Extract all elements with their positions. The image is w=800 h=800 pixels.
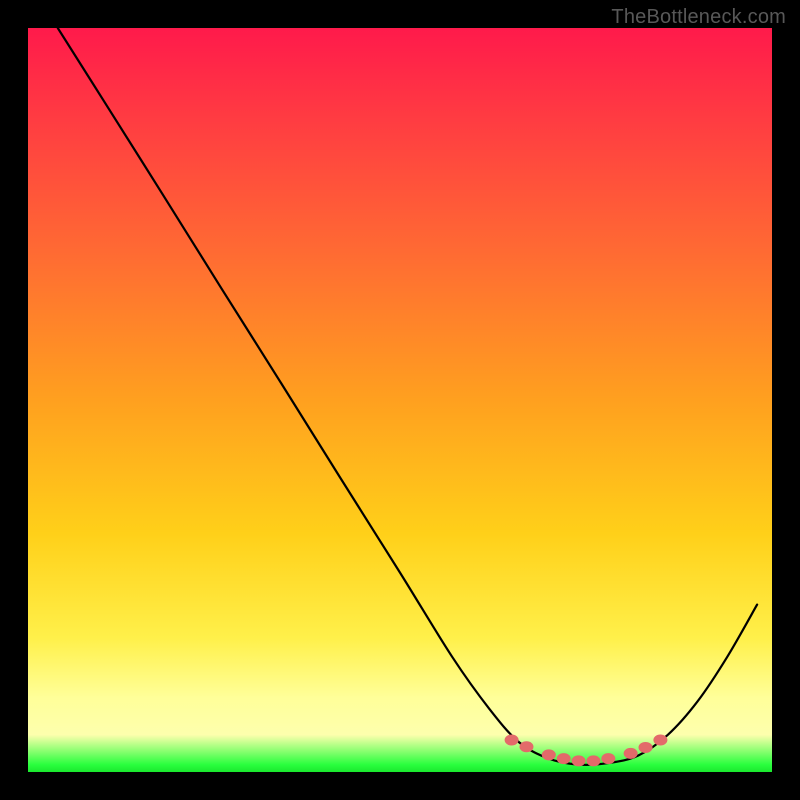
bottleneck-curve (58, 28, 757, 765)
optimal-marker (542, 749, 556, 760)
optimal-marker (572, 755, 586, 766)
optimal-markers (505, 735, 668, 767)
optimal-marker (505, 735, 519, 746)
optimal-marker (586, 755, 600, 766)
optimal-marker (639, 742, 653, 753)
plot-area (28, 28, 772, 772)
optimal-marker (601, 753, 615, 764)
plot-overlay (28, 28, 772, 772)
chart-stage: TheBottleneck.com (0, 0, 800, 800)
optimal-marker (624, 748, 638, 759)
optimal-marker (557, 753, 571, 764)
optimal-marker (653, 735, 667, 746)
optimal-marker (519, 741, 533, 752)
watermark-text: TheBottleneck.com (611, 6, 786, 29)
